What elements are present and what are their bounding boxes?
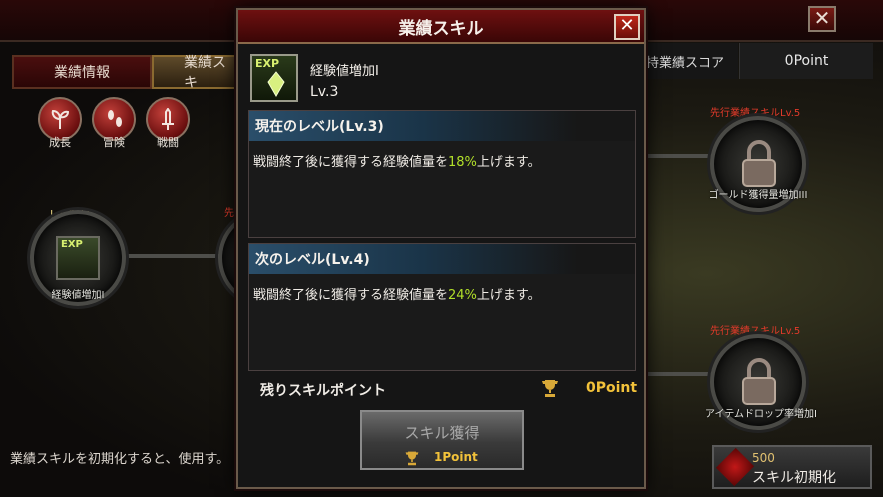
reset-label: スキル初期化 bbox=[752, 470, 836, 486]
skill-icon-text: EXP bbox=[255, 57, 280, 70]
next-level-panel: 次のレベル(Lv.4) 戦闘終了後に獲得する経験値量を24%上げます。 bbox=[248, 243, 636, 371]
exp-skill-icon: EXP bbox=[56, 236, 100, 280]
lock-icon bbox=[742, 140, 776, 187]
current-value: 18% bbox=[448, 155, 477, 170]
trophy-icon bbox=[405, 451, 419, 466]
remaining-points-value: 0Point bbox=[586, 380, 638, 396]
tree-connector bbox=[126, 254, 226, 258]
skill-level: Lv.3 bbox=[310, 84, 339, 100]
close-icon: ✕ bbox=[619, 15, 635, 36]
acquire-label: スキル獲得 bbox=[404, 424, 480, 442]
score-value: 0Point bbox=[739, 43, 873, 79]
current-level-title: 現在のレベル(Lv.3) bbox=[249, 111, 635, 141]
acquire-skill-button[interactable]: スキル獲得 1Point bbox=[360, 410, 524, 470]
current-level-description: 戦闘終了後に獲得する経験値量を18%上げます。 bbox=[253, 155, 541, 170]
skill-reset-button[interactable]: 500 スキル初期化 bbox=[712, 445, 872, 489]
tab-achievement-info[interactable]: 業績情報 bbox=[12, 55, 152, 89]
category-growth-label: 成長 bbox=[49, 136, 71, 149]
sword-icon bbox=[162, 108, 174, 130]
drop-skill-name: アイテムドロップ率増加I bbox=[705, 409, 817, 420]
crystal-icon bbox=[267, 71, 285, 98]
acquire-cost: 1Point bbox=[434, 450, 478, 464]
skill-name: 経験値増加I bbox=[310, 64, 379, 79]
category-battle-label: 戦闘 bbox=[157, 136, 179, 149]
next-level-description: 戦闘終了後に獲得する経験値量を24%上げます。 bbox=[253, 288, 541, 303]
footprints-icon bbox=[108, 110, 122, 127]
dialog-title: 業績スキル bbox=[398, 18, 484, 39]
tree-connector bbox=[646, 372, 712, 376]
next-value: 24% bbox=[448, 288, 477, 303]
dialog-header: 業績スキル bbox=[238, 10, 644, 44]
background-close-button[interactable]: ✕ bbox=[808, 6, 836, 32]
reset-cost: 500 bbox=[752, 451, 775, 465]
exp-skill-name: 経験値増加I bbox=[51, 290, 105, 301]
ruby-icon bbox=[715, 447, 755, 487]
middle-node-prereq: 先 bbox=[224, 208, 234, 219]
reset-note: 業績スキルを初期化すると、使用す。 bbox=[10, 452, 230, 467]
next-level-title: 次のレベル(Lv.4) bbox=[249, 244, 635, 274]
gold-skill-name: ゴールド獲得量増加III bbox=[708, 190, 808, 201]
score-label: 持業績スコア bbox=[646, 43, 738, 79]
tab-achievement-skill[interactable]: 業績スキ bbox=[152, 55, 238, 91]
current-level-panel: 現在のレベル(Lv.3) 戦闘終了後に獲得する経験値量を18%上げます。 bbox=[248, 110, 636, 238]
exp-skill-icon: EXP bbox=[250, 54, 298, 102]
trophy-icon bbox=[542, 380, 558, 397]
tree-connector bbox=[646, 154, 712, 158]
close-button[interactable]: ✕ bbox=[614, 14, 640, 40]
seedling-icon bbox=[51, 109, 70, 129]
category-adventure-label: 冒険 bbox=[103, 136, 125, 149]
lock-icon bbox=[742, 358, 776, 405]
skill-detail-dialog: 業績スキル ✕ EXP 経験値増加I Lv.3 現在のレベル(Lv.3) 戦闘終… bbox=[236, 8, 646, 489]
remaining-points-label: 残りスキルポイント bbox=[260, 383, 386, 399]
